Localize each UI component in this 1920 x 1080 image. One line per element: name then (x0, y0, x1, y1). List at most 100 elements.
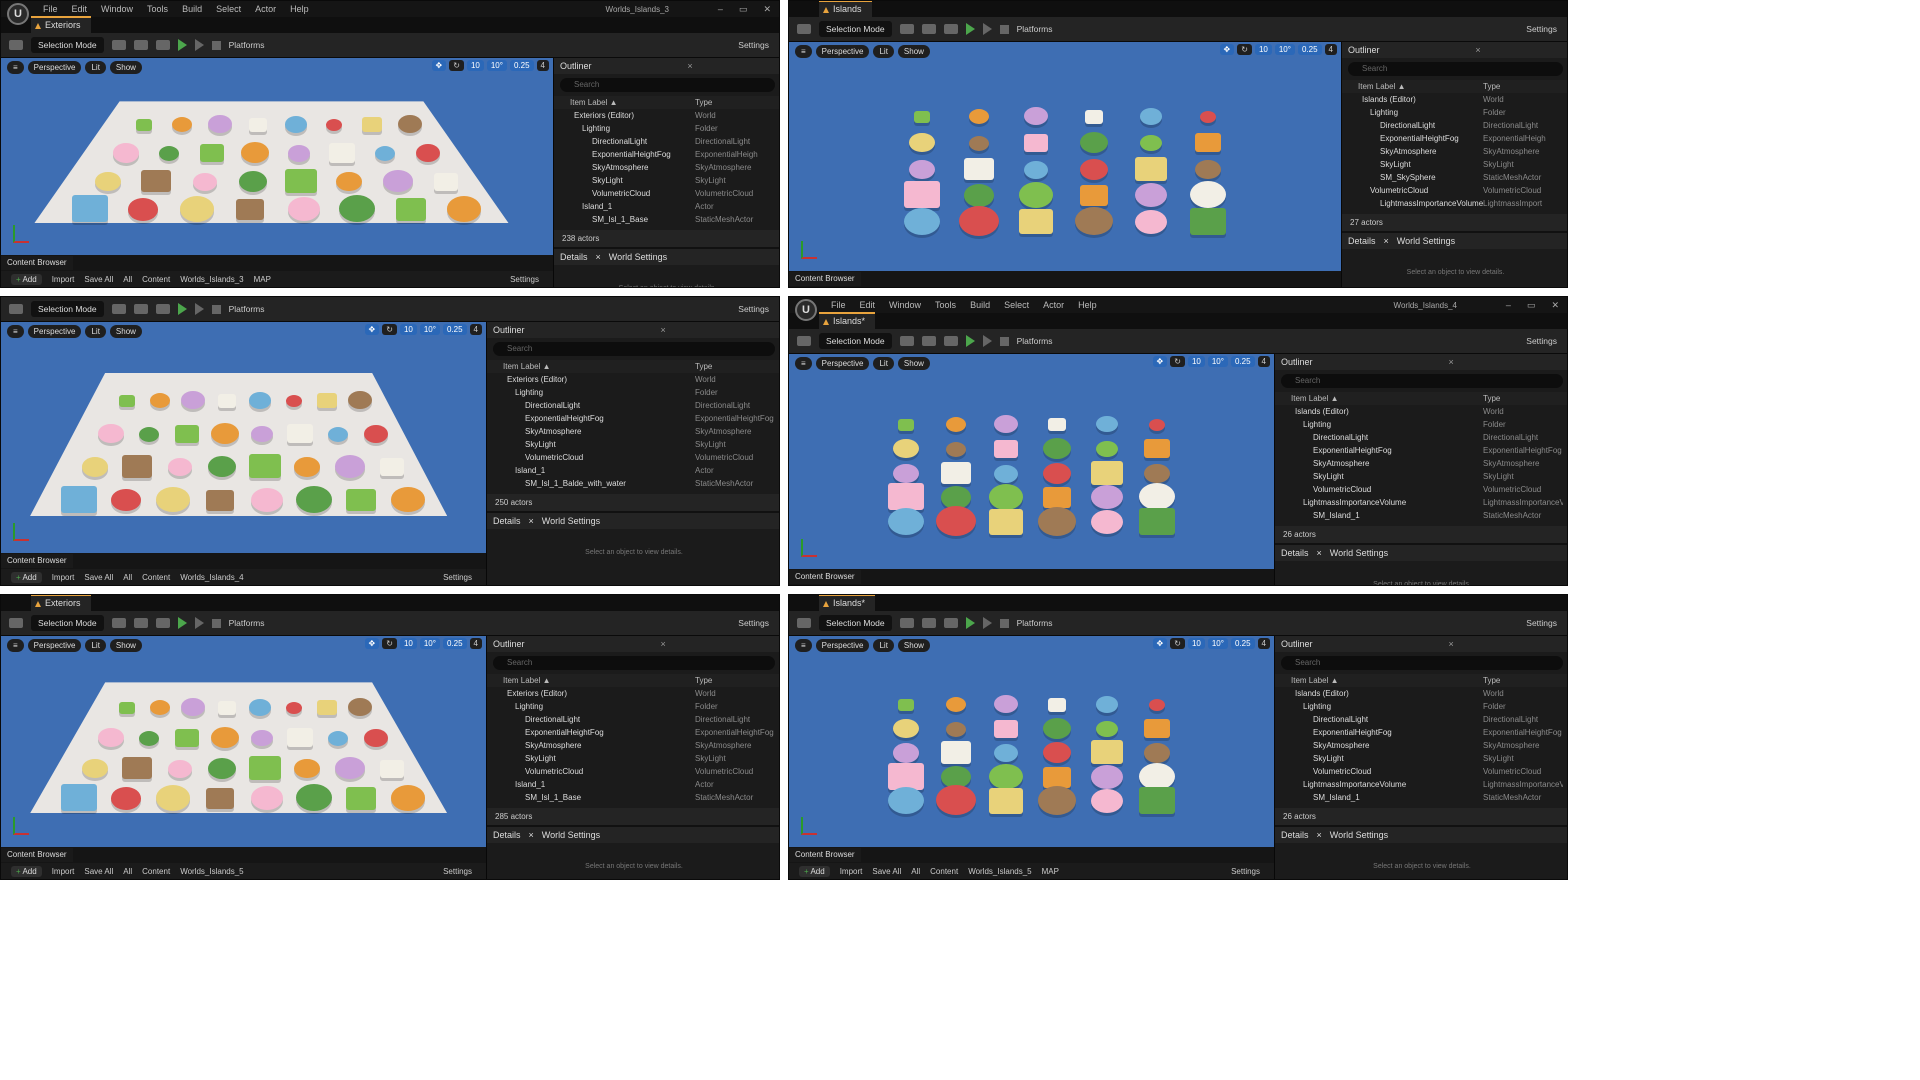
settings-button[interactable]: Settings (1526, 336, 1557, 346)
outliner-row[interactable]: DirectionalLight DirectionalLight (487, 399, 779, 412)
add-actor-icon[interactable] (899, 24, 914, 34)
outliner-row[interactable]: SM_Isl_1_Balde_with_water StaticMeshActor (487, 477, 779, 490)
unreal-logo-icon[interactable]: U (795, 299, 817, 321)
outliner-row[interactable]: SkyAtmosphere SkyAtmosphere (554, 161, 779, 174)
angle-snap-value[interactable]: 10° (419, 638, 440, 649)
grid-snap-value[interactable]: 10 (399, 324, 417, 335)
level-tab[interactable]: Exteriors (31, 16, 91, 33)
unreal-logo-icon[interactable]: U (7, 3, 29, 25)
camera-speed-value[interactable]: 4 (1257, 638, 1270, 649)
import-button[interactable]: Import (840, 867, 863, 876)
outliner-row[interactable]: LightmassImportanceVolume LightmassImport… (1275, 778, 1567, 791)
outliner-row[interactable]: VolumetricCloud VolumetricCloud (1275, 483, 1567, 496)
camera-speed-value[interactable]: 4 (469, 638, 482, 649)
scale-snap-value[interactable]: 0.25 (442, 324, 467, 335)
outliner-row[interactable]: SkyLight SkyLight (487, 752, 779, 765)
maximize-icon[interactable]: ▭ (1527, 300, 1536, 311)
show-button[interactable]: Show (897, 356, 930, 370)
show-button[interactable]: Show (897, 638, 930, 652)
viewport-menu-icon[interactable]: ≡ (795, 638, 812, 652)
grid-snap-value[interactable]: 10 (399, 638, 417, 649)
outliner-row[interactable]: Exteriors (Editor) World (487, 687, 779, 700)
menu-help[interactable]: Help (1078, 300, 1097, 310)
menu-build[interactable]: Build (970, 300, 990, 310)
content-browser-settings-button[interactable]: Settings (443, 867, 472, 876)
outliner-row[interactable]: SkyLight SkyLight (554, 174, 779, 187)
outliner-row[interactable]: VolumetricCloud VolumetricCloud (487, 765, 779, 778)
settings-button[interactable]: Settings (1526, 24, 1557, 34)
outliner-search-input[interactable]: Search (493, 342, 775, 356)
content-browser-settings-button[interactable]: Settings (1231, 867, 1260, 876)
save-all-button[interactable]: Save All (872, 867, 901, 876)
level-tab[interactable]: Islands* (819, 312, 876, 329)
world-settings-tab[interactable]: World Settings (1397, 236, 1455, 246)
minimize-icon[interactable]: – (1506, 300, 1511, 311)
breadcrumb-item[interactable]: Content (142, 275, 170, 284)
outliner-row[interactable]: DirectionalLight DirectionalLight (1342, 119, 1567, 132)
menu-edit[interactable]: Edit (72, 4, 88, 14)
outliner-close-icon[interactable]: × (661, 325, 666, 335)
angle-snap-value[interactable]: 10° (1274, 44, 1295, 55)
blueprint-icon[interactable] (921, 618, 936, 628)
show-button[interactable]: Show (109, 324, 142, 338)
world-settings-tab[interactable]: World Settings (542, 516, 600, 526)
outliner-close-icon[interactable]: × (661, 639, 666, 649)
perspective-button[interactable]: Perspective (815, 356, 870, 370)
save-icon[interactable] (9, 40, 23, 50)
outliner-row[interactable]: SkyLight SkyLight (1275, 470, 1567, 483)
angle-snap-value[interactable]: 10° (486, 60, 507, 71)
outliner-close-icon[interactable]: × (1449, 639, 1454, 649)
breadcrumb-item[interactable]: All (123, 867, 132, 876)
level-viewport[interactable]: ≡ Perspective Lit Show ✥ ↻ 10 10° 0.25 4 (789, 42, 1341, 271)
outliner-row[interactable]: Lighting Folder (1275, 700, 1567, 713)
breadcrumb-item[interactable]: Content (142, 867, 170, 876)
save-icon[interactable] (797, 24, 811, 34)
details-close-icon[interactable]: × (529, 830, 534, 840)
platforms-button[interactable]: Platforms (229, 618, 265, 628)
breadcrumb-item[interactable]: Content (930, 867, 958, 876)
viewport-menu-icon[interactable]: ≡ (795, 356, 812, 370)
content-browser-tab[interactable]: Content Browser (1, 256, 73, 270)
outliner-tab[interactable]: Outliner (493, 325, 525, 335)
scale-snap-value[interactable]: 0.25 (1297, 44, 1322, 55)
item-label-column[interactable]: Item Label ▲ (503, 676, 695, 685)
breadcrumb-item[interactable]: MAP (254, 275, 271, 284)
platforms-button[interactable]: Platforms (1017, 618, 1053, 628)
outliner-row[interactable]: SM_SkySphere StaticMeshActor (1342, 171, 1567, 184)
angle-snap-value[interactable]: 10° (1207, 356, 1228, 367)
rotate-icon[interactable]: ↻ (382, 324, 397, 335)
platforms-button[interactable]: Platforms (229, 40, 265, 50)
content-browser-tab[interactable]: Content Browser (789, 848, 861, 862)
outliner-row[interactable]: SM_Isl_1_Base StaticMeshActor (554, 213, 779, 226)
outliner-row[interactable]: Exteriors (Editor) World (554, 109, 779, 122)
content-browser-settings-button[interactable]: Settings (443, 573, 472, 582)
maximize-icon[interactable]: ▭ (739, 4, 748, 15)
breadcrumb-item[interactable]: Worlds_Islands_5 (180, 867, 243, 876)
outliner-row[interactable]: ExponentialHeightFog ExponentialHeigh (554, 148, 779, 161)
outliner-close-icon[interactable]: × (1475, 45, 1480, 55)
details-close-icon[interactable]: × (529, 516, 534, 526)
outliner-tab[interactable]: Outliner (493, 639, 525, 649)
outliner-row[interactable]: Island_1 Actor (487, 778, 779, 791)
step-icon[interactable] (982, 335, 992, 347)
content-browser-tab[interactable]: Content Browser (789, 570, 861, 584)
breadcrumb-item[interactable]: MAP (1042, 867, 1059, 876)
menu-tools[interactable]: Tools (935, 300, 956, 310)
rotate-icon[interactable]: ↻ (1237, 44, 1252, 55)
cinematics-icon[interactable] (943, 24, 958, 34)
stop-icon[interactable] (999, 336, 1009, 346)
grid-snap-value[interactable]: 10 (466, 60, 484, 71)
details-close-icon[interactable]: × (596, 252, 601, 262)
outliner-tab[interactable]: Outliner (1281, 639, 1313, 649)
menu-file[interactable]: File (831, 300, 846, 310)
outliner-row[interactable]: Exteriors (Editor) World (487, 373, 779, 386)
camera-speed-value[interactable]: 4 (469, 324, 482, 335)
details-tab[interactable]: Details (1348, 236, 1376, 246)
blueprint-icon[interactable] (921, 24, 936, 34)
details-tab[interactable]: Details (493, 830, 521, 840)
angle-snap-value[interactable]: 10° (1207, 638, 1228, 649)
outliner-row[interactable]: ExponentialHeightFog ExponentialHeightFog (487, 726, 779, 739)
outliner-row[interactable]: Islands (Editor) World (1275, 405, 1567, 418)
outliner-row[interactable]: Island_1 Actor (554, 200, 779, 213)
selection-mode-button[interactable]: Selection Mode (819, 615, 892, 631)
